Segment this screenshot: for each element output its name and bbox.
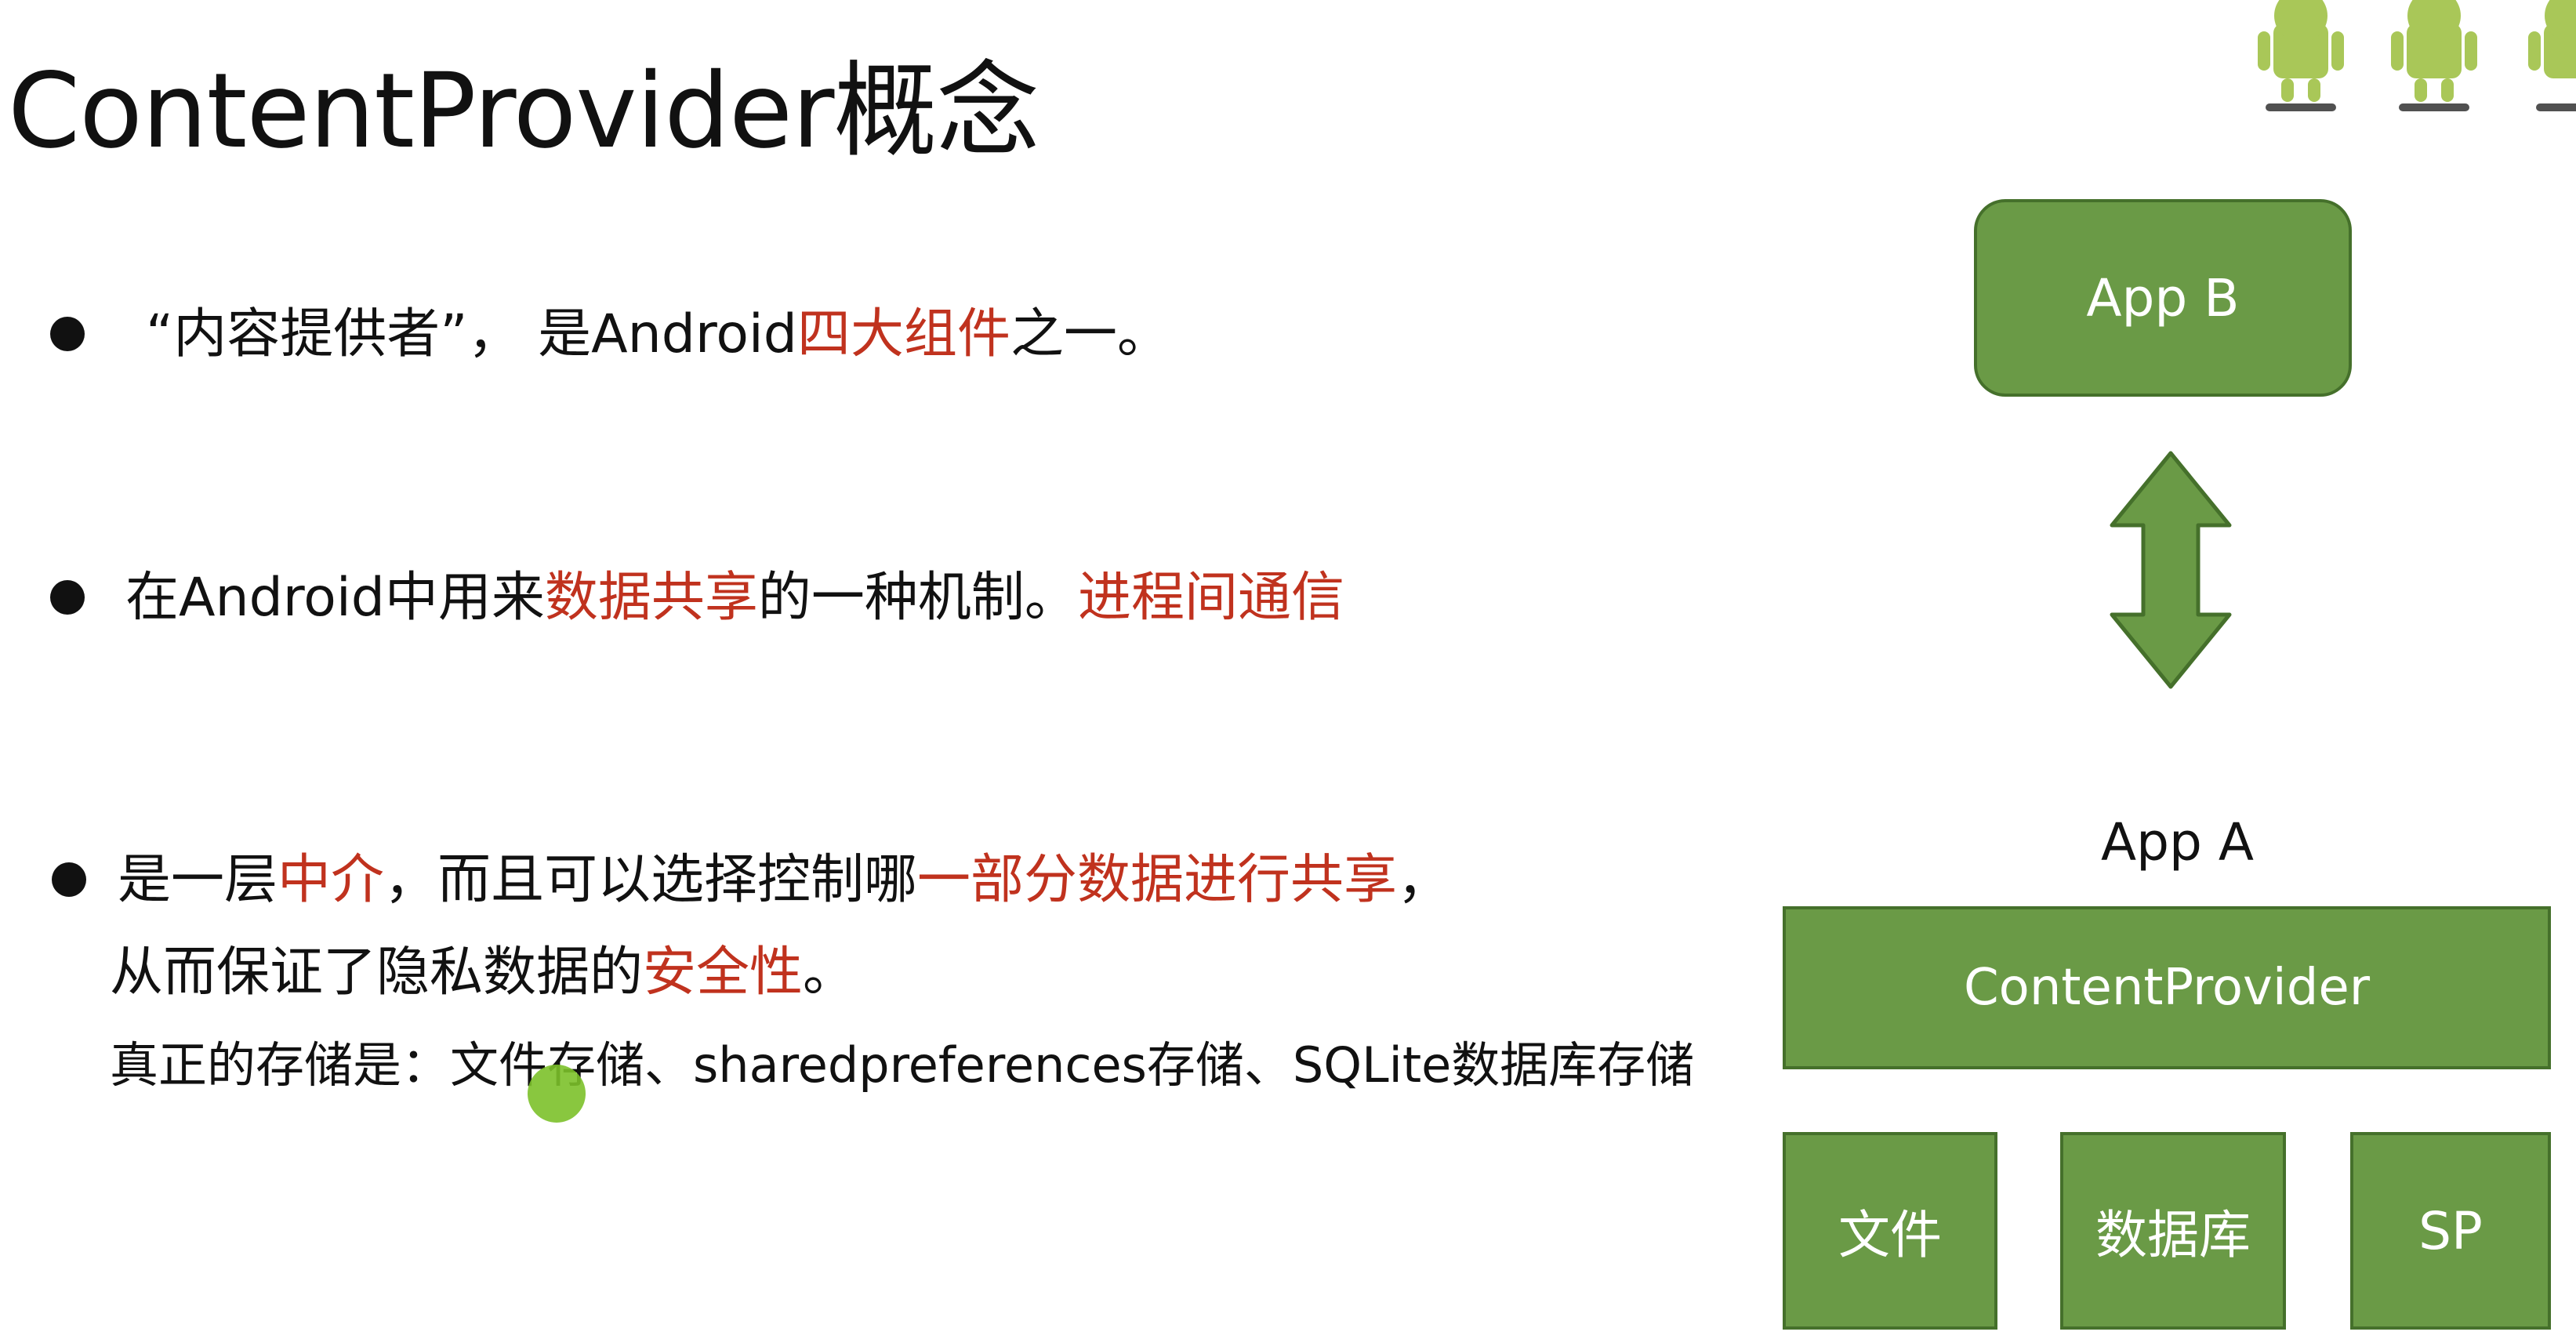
highlight-text: 数据共享 <box>544 567 758 629</box>
double-arrow-icon <box>2110 451 2232 689</box>
storage-sp-box: SP <box>2350 1132 2551 1330</box>
text-segment: 从而保证了隐私数据的 <box>110 942 644 1003</box>
bullet-3-line-2: 从而保证了隐私数据的安全性。 <box>110 938 856 1008</box>
storage-file-label: 文件 <box>1838 1205 1942 1265</box>
storage-db-label: 数据库 <box>2095 1205 2251 1265</box>
text-segment: 之一。 <box>1010 303 1171 365</box>
storage-file-box: 文件 <box>1783 1132 1997 1330</box>
android-robot-icon <box>2258 0 2576 111</box>
text-segment: 。 <box>803 942 857 1003</box>
cursor-icon <box>528 1065 586 1123</box>
content-provider-box: ContentProvider <box>1783 906 2551 1069</box>
highlight-text: 安全性 <box>643 942 804 1003</box>
bullet-dot <box>50 580 85 615</box>
app-a-label: App A <box>2101 812 2255 873</box>
bullet-dot <box>52 862 86 897</box>
bullet-3-line-3: 真正的存储是：文件存储、sharedpreferences存储、SQLite数据… <box>110 1030 1694 1101</box>
highlight-text: 中介 <box>278 849 385 911</box>
highlight-text: 进程间通信 <box>1077 567 1344 629</box>
storage-db-box: 数据库 <box>2060 1132 2286 1330</box>
bullet-3-line-1: 是一层中介，而且可以选择控制哪一部分数据进行共享， <box>118 845 1450 916</box>
highlight-text: 四大组件 <box>796 303 1010 365</box>
storage-sp-label: SP <box>2418 1200 2483 1261</box>
text-segment: “内容提供者”， 是Android <box>146 303 797 365</box>
text-segment: 真正的存储是：文件存储、sharedpreferences存储、SQLite数据… <box>110 1036 1695 1094</box>
text-segment: 的一种机制。 <box>757 567 1078 629</box>
text-segment: 在Android中用来 <box>125 567 545 629</box>
bullet-1-text: “内容提供者”， 是Android四大组件之一。 <box>146 299 1170 370</box>
slide-title: ContentProvider概念 <box>8 51 1039 172</box>
app-b-label: App B <box>2086 267 2240 328</box>
highlight-text: 一部分数据进行共享 <box>917 849 1398 911</box>
content-provider-label: ContentProvider <box>1963 959 2371 1017</box>
bullet-2-text: 在Android中用来数据共享的一种机制。进程间通信 <box>125 563 1344 633</box>
app-b-box: App B <box>1974 199 2352 397</box>
text-segment: ，而且可以选择控制哪 <box>384 849 918 911</box>
bullet-dot <box>50 317 85 351</box>
text-segment: ， <box>1397 849 1451 911</box>
text-segment: 是一层 <box>118 849 278 911</box>
